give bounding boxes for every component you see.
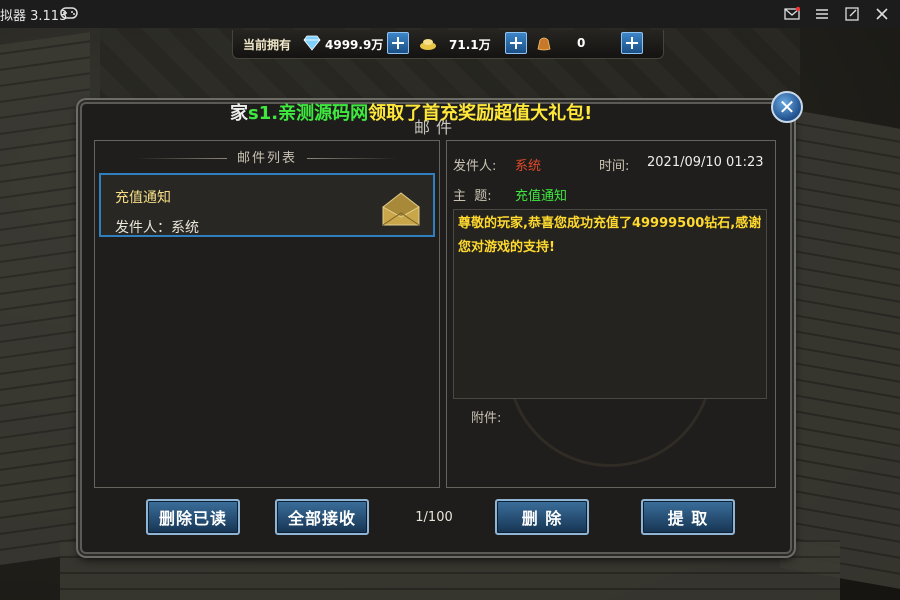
subject-label: 主 题:	[453, 189, 492, 204]
background-wall-left	[0, 32, 90, 568]
announcement-marquee: 家s1.亲测源码网领取了首充奖励超值大礼包!	[230, 99, 610, 123]
mail-item-sender: 发件人：系统	[115, 220, 199, 236]
announcement-text: 领取了首充奖励超值大礼包!	[368, 103, 593, 123]
mail-icon[interactable]	[782, 4, 802, 24]
restore-icon[interactable]	[842, 4, 862, 24]
mail-list-item[interactable]: 充值通知 发件人：系统	[99, 173, 435, 237]
diamond-icon	[303, 35, 321, 51]
close-dialog-button[interactable]: ✕	[771, 91, 803, 123]
page-indicator: 1/100	[415, 510, 453, 525]
time-value: 2021/09/10 01:23	[647, 155, 764, 170]
mail-body: 尊敬的玩家,恭喜您成功充值了49999500钻石,感谢您对游戏的支持!	[453, 209, 767, 399]
add-diamond-button[interactable]	[387, 32, 409, 54]
announcement-player-name: s1.亲测源码网	[248, 103, 369, 123]
open-envelope-icon	[382, 192, 420, 226]
add-gold-button[interactable]	[505, 32, 527, 54]
resource-label: 当前拥有	[243, 38, 292, 52]
emulator-titlebar: 拟器 3.113	[0, 0, 900, 28]
menu-icon[interactable]	[812, 4, 832, 24]
announcement-lead: 家	[230, 103, 248, 123]
emulator-title: 拟器 3.113	[0, 9, 68, 24]
resource-bar: 当前拥有 4999.9万 71.1万 0	[232, 30, 664, 59]
diamond-amount: 4999.9万	[325, 38, 384, 52]
mail-list-panel: 邮件列表 充值通知 发件人：系统	[94, 140, 440, 488]
mail-item-subject: 充值通知	[115, 190, 171, 206]
background-wall-right	[780, 107, 900, 593]
bag-icon	[537, 37, 551, 51]
sender-label: 发件人:	[453, 159, 497, 174]
add-bag-button[interactable]	[621, 32, 643, 54]
sender-value: 系统	[515, 159, 542, 174]
attachment-label: 附件:	[471, 411, 502, 426]
extract-button[interactable]: 提 取	[641, 499, 735, 535]
time-label: 时间:	[599, 159, 630, 174]
mail-detail-panel: 发件人: 系统 时间: 2021/09/10 01:23 主 题: 充值通知 尊…	[446, 140, 776, 488]
gold-amount: 71.1万	[449, 38, 491, 52]
delete-button[interactable]: 删 除	[495, 499, 589, 535]
subject-value: 充值通知	[515, 189, 568, 204]
close-icon: ✕	[778, 95, 796, 119]
mail-list-header: 邮件列表	[95, 147, 439, 166]
receive-all-button[interactable]: 全部接收	[275, 499, 369, 535]
delete-read-button[interactable]: 删除已读	[146, 499, 240, 535]
gold-ingot-icon	[420, 39, 436, 50]
close-window-icon[interactable]	[872, 4, 892, 24]
bag-amount: 0	[577, 36, 586, 50]
gamepad-icon[interactable]	[60, 6, 78, 20]
